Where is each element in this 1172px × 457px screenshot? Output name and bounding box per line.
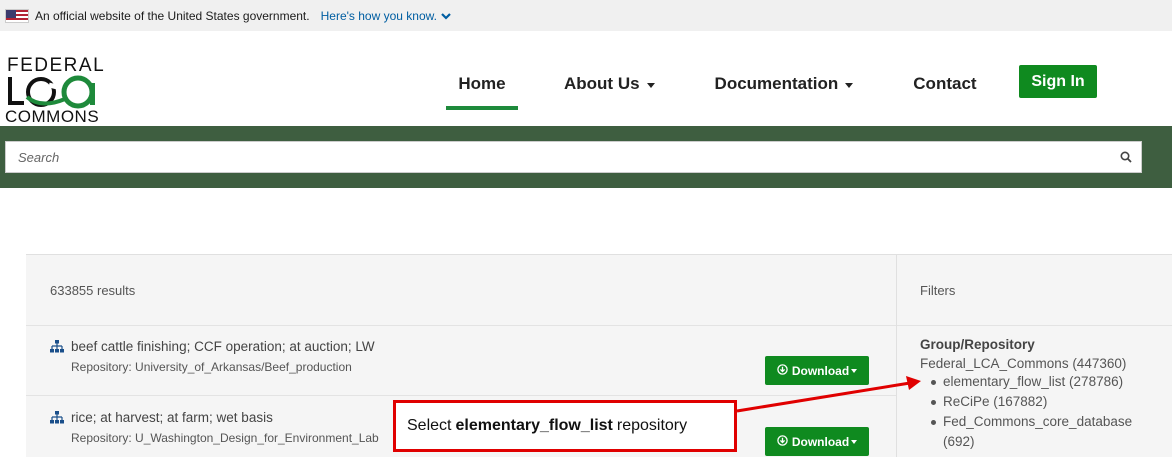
result-item: beef cattle finishing; CCF operation; at… [26, 326, 896, 396]
filter-fed-commons-count: (692) [943, 434, 975, 449]
site-header: FEDERAL COMMONS Home About Us Documentat… [0, 31, 1172, 126]
instruction-callout: Select elementary_flow_list repository [393, 400, 737, 452]
nav-about-us[interactable]: About Us [564, 63, 655, 105]
result-count: 633855 results [50, 283, 136, 298]
filter-group-title: Group/Repository [920, 337, 1035, 352]
nav-documentation-label: Documentation [714, 74, 839, 93]
caret-down-icon [851, 439, 858, 444]
filter-elementary-flow-list[interactable]: elementary_flow_list (278786) [931, 372, 1170, 392]
heres-how-you-know-label: Here's how you know. [320, 8, 437, 23]
caret-down-icon [845, 82, 854, 88]
heres-how-you-know-link[interactable]: Here's how you know. [321, 9, 451, 23]
filter-recipe[interactable]: ReCiPe (167882) [931, 392, 1170, 412]
download-circle-icon [777, 434, 788, 449]
callout-suffix: repository [616, 417, 688, 434]
sign-in-button[interactable]: Sign In [1019, 65, 1097, 98]
result-title[interactable]: rice; at harvest; at farm; wet basis [71, 410, 273, 425]
result-repository: Repository: University_of_Arkansas/Beef_… [71, 360, 352, 374]
logo-lca-graphic [8, 75, 95, 109]
caret-down-icon [646, 82, 655, 88]
callout-bold-text: elementary_flow_list [455, 417, 613, 434]
result-title[interactable]: beef cattle finishing; CCF operation; at… [71, 339, 375, 354]
main-nav: Home About Us Documentation Contact [446, 63, 977, 110]
filter-fed-commons-name: Fed_Commons_core_database [943, 414, 1133, 429]
results-header: 633855 results Filters [26, 255, 1172, 326]
column-divider [896, 255, 897, 457]
result-repository: Repository: U_Washington_Design_for_Envi… [71, 431, 379, 445]
caret-down-icon [851, 368, 858, 373]
hierarchy-icon [50, 340, 64, 358]
nav-documentation[interactable]: Documentation [715, 63, 854, 105]
nav-contact[interactable]: Contact [913, 63, 976, 105]
nav-contact-label: Contact [913, 74, 977, 93]
search-box [5, 141, 1142, 173]
filters-title: Filters [920, 283, 956, 298]
filter-repository-list: elementary_flow_list (278786) ReCiPe (16… [920, 372, 1170, 452]
download-label: Download [791, 434, 850, 449]
hierarchy-icon [50, 411, 64, 429]
nav-home[interactable]: Home [446, 63, 518, 110]
filter-fed-commons-core-database[interactable]: Fed_Commons_core_database (692) [931, 412, 1170, 452]
search-input[interactable] [6, 142, 1111, 172]
us-flag-icon [5, 8, 29, 23]
logo-line-commons: COMMONS [5, 107, 100, 126]
download-button[interactable]: Download [765, 427, 869, 456]
download-label: Download [791, 363, 850, 378]
download-circle-icon [777, 363, 788, 378]
logo-line-federal: FEDERAL [7, 55, 106, 76]
search-icon[interactable] [1111, 142, 1141, 172]
nav-home-label: Home [458, 74, 506, 93]
federal-lca-commons-logo[interactable]: FEDERAL COMMONS [5, 55, 105, 127]
download-button[interactable]: Download [765, 356, 869, 385]
nav-about-us-label: About Us [564, 74, 640, 93]
chevron-down-icon [441, 9, 451, 23]
gov-banner-text: An official website of the United States… [35, 8, 310, 23]
gov-banner: An official website of the United States… [0, 0, 1172, 31]
filter-federal-lca-commons[interactable]: Federal_LCA_Commons (447360) [920, 356, 1170, 371]
filter-group-repository: Group/Repository Federal_LCA_Commons (44… [920, 337, 1170, 452]
search-band [0, 126, 1172, 188]
callout-prefix: Select [407, 417, 452, 434]
